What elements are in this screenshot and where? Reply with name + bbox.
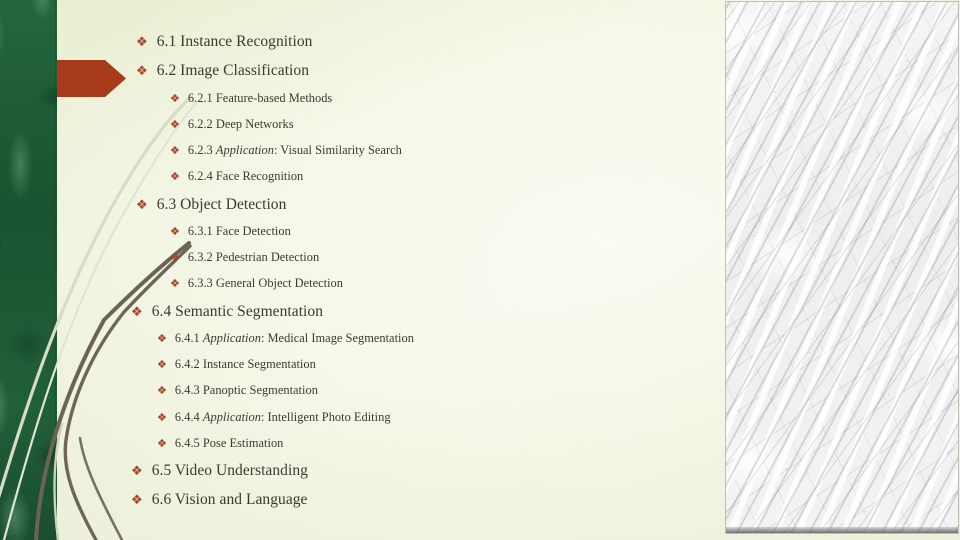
outline-item-label: 6.4.3 Panoptic Segmentation [174, 383, 318, 397]
outline-item[interactable]: ❖ 6.6 Vision and Language [131, 491, 307, 509]
outline-item-label: 6.2.4 Face Recognition [187, 169, 304, 183]
diamond-bullet-icon: ❖ [157, 412, 167, 424]
diamond-bullet-icon: ❖ [157, 385, 167, 397]
outline-item[interactable]: ❖ 6.2 Image Classification [136, 62, 309, 80]
outline-item[interactable]: ❖ 6.2.1 Feature-based Methods [170, 91, 332, 106]
outline-item[interactable]: ❖ 6.2.4 Face Recognition [170, 169, 303, 184]
outline-item-label: 6.4.4 Application: Intelligent Photo Edi… [175, 410, 391, 425]
outline-item-label: 6.1 Instance Recognition [156, 33, 313, 50]
outline-item-label: 6.6 Vision and Language [151, 491, 308, 508]
outline-item-label: 6.2.3 Application: Visual Similarity Sea… [188, 143, 402, 158]
diamond-bullet-icon: ❖ [170, 226, 180, 238]
diamond-bullet-icon: ❖ [136, 197, 148, 212]
marble-image-panel [726, 2, 958, 533]
outline-item[interactable]: ❖ 6.3 Object Detection [136, 196, 286, 214]
outline-item-detail: : Intelligent Photo Editing [260, 410, 391, 424]
outline-item-label: 6.4.1 Application: Medical Image Segment… [175, 331, 414, 346]
diamond-bullet-icon: ❖ [157, 333, 167, 345]
outline-item[interactable]: ❖ 6.4.4 Application: Intelligent Photo Ed… [157, 410, 391, 425]
outline-item-emphasis: Application [215, 143, 274, 157]
outline-item[interactable]: ❖ 6.4 Semantic Segmentation [131, 303, 323, 321]
outline-item-label: 6.3.3 General Object Detection [187, 276, 343, 290]
diamond-bullet-icon: ❖ [170, 171, 180, 183]
diamond-bullet-icon: ❖ [170, 278, 180, 290]
outline-item-emphasis: Application [202, 331, 261, 345]
outline-item[interactable]: ❖ 6.1 Instance Recognition [136, 33, 312, 51]
diamond-bullet-icon: ❖ [136, 34, 148, 49]
outline-item-label: 6.2.1 Feature-based Methods [187, 91, 333, 105]
outline-item[interactable]: ❖ 6.4.3 Panoptic Segmentation [157, 383, 318, 398]
outline-item[interactable]: ❖ 6.3.2 Pedestrian Detection [170, 250, 319, 265]
marble-panel-bottom-edge [726, 527, 958, 533]
outline-item[interactable]: ❖ 6.3.1 Face Detection [170, 224, 291, 239]
outline-item-detail: : Medical Image Segmentation [260, 331, 414, 345]
outline-item-number: 6.2.3 [187, 143, 216, 157]
outline-item-label: 6.3 Object Detection [156, 196, 287, 213]
outline-item-label: 6.5 Video Understanding [151, 462, 308, 479]
diamond-bullet-icon: ❖ [170, 93, 180, 105]
diamond-bullet-icon: ❖ [157, 359, 167, 371]
diamond-bullet-icon: ❖ [170, 252, 180, 264]
outline-item-detail: : Visual Similarity Search [273, 143, 402, 157]
outline-item[interactable]: ❖ 6.2.2 Deep Networks [170, 117, 294, 132]
diamond-bullet-icon: ❖ [131, 463, 143, 478]
diamond-bullet-icon: ❖ [170, 119, 180, 131]
outline-item-label: 6.3.1 Face Detection [187, 224, 291, 238]
outline-item-label: 6.3.2 Pedestrian Detection [187, 250, 320, 264]
outline-item-number: 6.4.4 [174, 410, 203, 424]
outline-item-emphasis: Application [202, 410, 261, 424]
marble-speckles [726, 2, 958, 533]
presentation-slide: ❖ 6.1 Instance Recognition ❖ 6.2 Image Clas… [0, 0, 960, 540]
diamond-bullet-icon: ❖ [157, 438, 167, 450]
outline-item-label: 6.2 Image Classification [156, 62, 310, 79]
outline-item[interactable]: ❖ 6.3.3 General Object Detection [170, 276, 343, 291]
outline-item[interactable]: ❖ 6.4.1 Application: Medical Image Segmen… [157, 331, 414, 346]
outline-item[interactable]: ❖ 6.5 Video Understanding [131, 462, 308, 480]
outline-item-number: 6.4.1 [174, 331, 203, 345]
diamond-bullet-icon: ❖ [131, 304, 143, 319]
diamond-bullet-icon: ❖ [136, 63, 148, 78]
outline-item[interactable]: ❖ 6.4.2 Instance Segmentation [157, 357, 316, 372]
outline-item[interactable]: ❖ 6.2.3 Application: Visual Similarity Se… [170, 143, 402, 158]
diamond-bullet-icon: ❖ [170, 145, 180, 157]
outline-item-label: 6.4 Semantic Segmentation [151, 303, 324, 320]
outline-item[interactable]: ❖ 6.4.5 Pose Estimation [157, 436, 283, 451]
outline-list: ❖ 6.1 Instance Recognition ❖ 6.2 Image Clas… [0, 0, 726, 540]
outline-item-label: 6.4.2 Instance Segmentation [174, 357, 316, 371]
outline-item-label: 6.2.2 Deep Networks [187, 117, 294, 131]
diamond-bullet-icon: ❖ [131, 492, 143, 507]
outline-item-label: 6.4.5 Pose Estimation [174, 436, 284, 450]
